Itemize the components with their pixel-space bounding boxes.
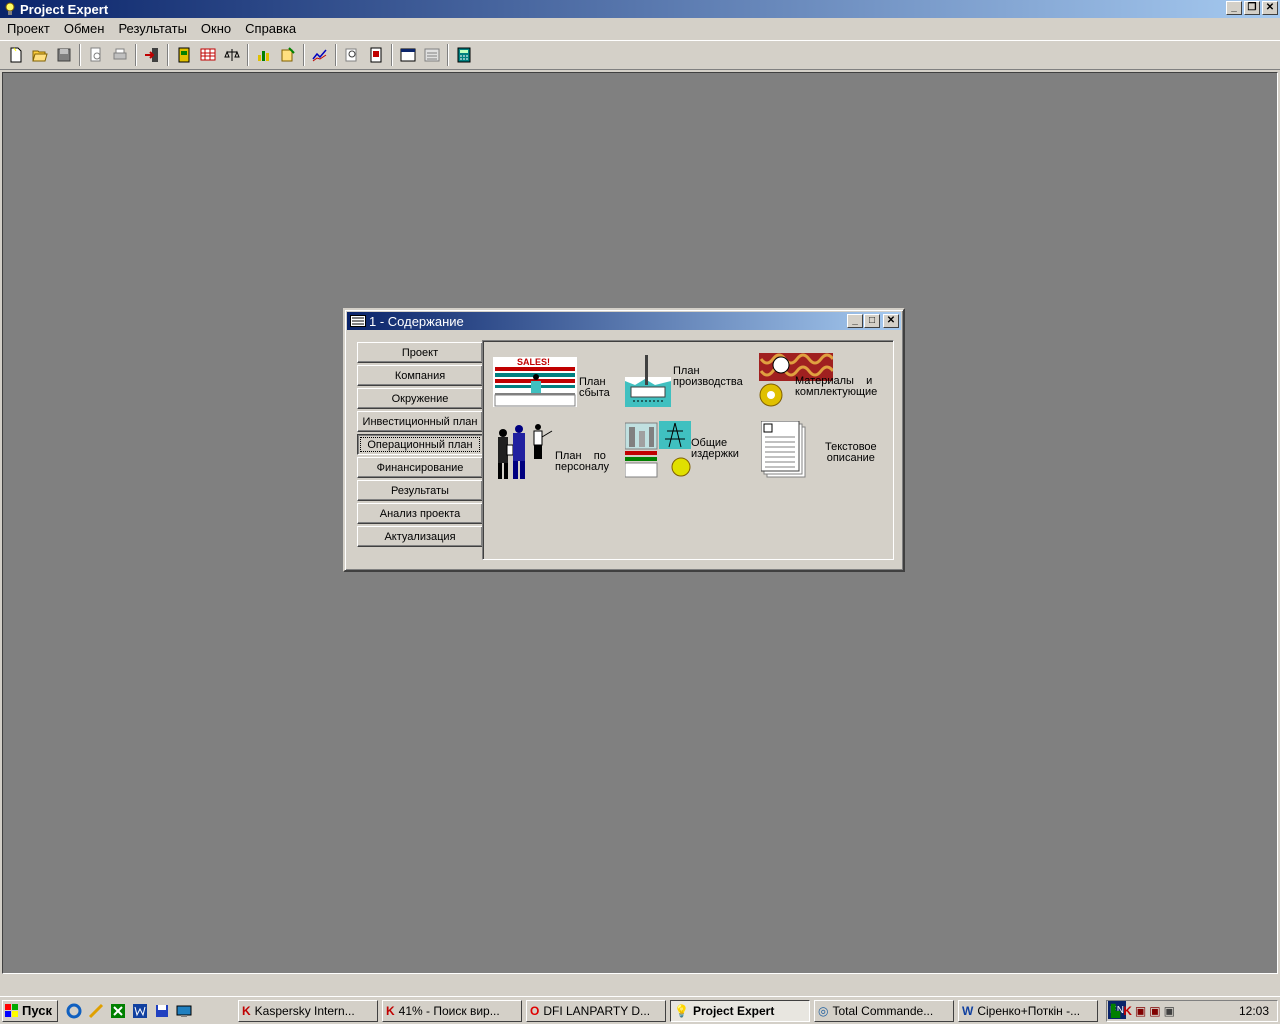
save-disk-icon[interactable] bbox=[152, 1001, 172, 1021]
menu-results[interactable]: Результаты bbox=[111, 21, 193, 36]
windows-logo-icon bbox=[5, 1003, 18, 1017]
system-tray: ▙ K ▣ ▣ ▣ 12:03 bbox=[1106, 1000, 1278, 1022]
kaspersky-tray-icon[interactable]: K bbox=[1123, 1004, 1132, 1018]
taskbar: Пуск K Kaspersky Intern... K 41% - Поиск… bbox=[0, 996, 1280, 1024]
opera-icon: O bbox=[530, 1003, 540, 1018]
app-titlebar[interactable]: Project Expert _ ❐ ✕ bbox=[0, 0, 1280, 18]
menu-bar: Проект Обмен Результаты Окно Справка bbox=[0, 18, 1280, 38]
excel-icon[interactable] bbox=[108, 1001, 128, 1021]
balance-scale-icon[interactable] bbox=[220, 43, 244, 67]
production-plan-item[interactable]: План производства bbox=[625, 353, 743, 407]
save-icon[interactable] bbox=[52, 43, 76, 67]
exit-icon[interactable] bbox=[140, 43, 164, 67]
start-button[interactable]: Пуск bbox=[2, 999, 58, 1022]
task-opera[interactable]: O DFI LANPARTY D... bbox=[526, 999, 666, 1022]
operational-plan-panel: SALES! План сбыта План производства Мате… bbox=[482, 340, 894, 560]
section-nav: Проект Компания Окружение Инвестиционный… bbox=[357, 342, 483, 549]
nav-investment-plan[interactable]: Инвестиционный план bbox=[357, 411, 483, 432]
monitor-tray-icon[interactable]: ▣ bbox=[1135, 1004, 1146, 1018]
nav-environment[interactable]: Окружение bbox=[357, 388, 483, 409]
monitor-tray-icon-2[interactable]: ▣ bbox=[1149, 1004, 1160, 1018]
window-icon[interactable] bbox=[396, 43, 420, 67]
print-preview-icon[interactable] bbox=[84, 43, 108, 67]
calculate-icon[interactable] bbox=[452, 43, 476, 67]
open-folder-icon[interactable] bbox=[28, 43, 52, 67]
network-icon[interactable]: ▙ bbox=[1111, 1004, 1120, 1018]
content-window-icon[interactable] bbox=[172, 43, 196, 67]
window-list-icon bbox=[350, 315, 366, 327]
nav-operational-plan[interactable]: Операционный план bbox=[357, 434, 483, 455]
child-minimize-button[interactable]: _ bbox=[847, 314, 863, 328]
content-window: 1 - Содержание _ □ ✕ Проект Компания Окр… bbox=[343, 308, 905, 572]
menu-project[interactable]: Проект bbox=[0, 21, 57, 36]
text-description-label-2: описание bbox=[826, 452, 875, 464]
task-word-document[interactable]: W Сіренко+Поткін -... bbox=[958, 999, 1098, 1022]
kaspersky-scan-icon: K bbox=[386, 1003, 395, 1018]
nav-company[interactable]: Компания bbox=[357, 365, 483, 386]
toolbar bbox=[0, 40, 1280, 70]
word-doc-icon: W bbox=[962, 1003, 974, 1018]
internet-explorer-icon[interactable] bbox=[64, 1001, 84, 1021]
costs-icon bbox=[625, 421, 691, 478]
line-graph-icon[interactable] bbox=[308, 43, 332, 67]
content-window-title: 1 - Содержание bbox=[369, 313, 464, 329]
content-window-titlebar[interactable]: 1 - Содержание _ □ ✕ bbox=[347, 312, 901, 330]
nav-project[interactable]: Проект bbox=[357, 342, 483, 363]
nav-results[interactable]: Результаты bbox=[357, 480, 483, 501]
factory-icon bbox=[625, 355, 671, 407]
app-title: Project Expert bbox=[20, 1, 109, 17]
word-icon[interactable] bbox=[130, 1001, 150, 1021]
print-icon[interactable] bbox=[108, 43, 132, 67]
minimize-button[interactable]: _ bbox=[1226, 1, 1242, 15]
lightbulb-icon bbox=[3, 2, 17, 16]
clock[interactable]: 12:03 bbox=[1239, 1004, 1269, 1018]
staff-people-icon bbox=[498, 424, 553, 479]
task-kaspersky[interactable]: K Kaspersky Intern... bbox=[238, 999, 378, 1022]
child-close-button[interactable]: ✕ bbox=[883, 314, 899, 328]
search-report-icon[interactable] bbox=[340, 43, 364, 67]
materials-item[interactable]: Материалы и комплектующие bbox=[759, 353, 877, 409]
report-icon[interactable] bbox=[364, 43, 388, 67]
cashflow-table-icon[interactable] bbox=[196, 43, 220, 67]
shortcut-icon[interactable] bbox=[86, 1001, 106, 1021]
personnel-plan-label-2: персоналу bbox=[555, 461, 610, 473]
task-virus-scan[interactable]: K 41% - Поиск вир... bbox=[382, 999, 522, 1022]
chart-edit-icon[interactable] bbox=[276, 43, 300, 67]
sales-icon: SALES! bbox=[493, 357, 577, 407]
nav-financing[interactable]: Финансирование bbox=[357, 457, 483, 478]
menu-window[interactable]: Окно bbox=[194, 21, 238, 36]
start-label: Пуск bbox=[22, 1003, 52, 1018]
general-costs-label-2: издержки bbox=[691, 448, 739, 460]
general-costs-item[interactable]: Общие издержки bbox=[625, 419, 739, 479]
task-total-commander[interactable]: ◎ Total Commande... bbox=[814, 999, 954, 1022]
text-document-icon bbox=[761, 421, 806, 478]
sales-badge: SALES! bbox=[517, 357, 550, 367]
kaspersky-icon: K bbox=[242, 1003, 251, 1018]
personnel-plan-item[interactable]: План по персоналу bbox=[493, 423, 609, 481]
child-maximize-button[interactable]: □ bbox=[864, 314, 880, 328]
menu-exchange[interactable]: Обмен bbox=[57, 21, 112, 36]
sales-plan-label-2: сбыта bbox=[579, 387, 610, 399]
sales-plan-item[interactable]: SALES! План сбыта bbox=[493, 357, 610, 407]
list-window-icon[interactable] bbox=[420, 43, 444, 67]
project-expert-icon: 💡 bbox=[674, 1003, 689, 1018]
menu-help[interactable]: Справка bbox=[238, 21, 303, 36]
close-button[interactable]: ✕ bbox=[1262, 1, 1278, 15]
nav-project-analysis[interactable]: Анализ проекта bbox=[357, 503, 483, 524]
materials-label-2: комплектующие bbox=[795, 386, 878, 398]
quick-launch bbox=[64, 1001, 194, 1021]
new-file-icon[interactable] bbox=[4, 43, 28, 67]
task-project-expert[interactable]: 💡 Project Expert bbox=[670, 999, 810, 1022]
nav-actualization[interactable]: Актуализация bbox=[357, 526, 483, 547]
production-plan-label-2: производства bbox=[673, 376, 743, 388]
total-commander-icon: ◎ bbox=[818, 1003, 829, 1018]
text-description-item[interactable]: Текстовое описание bbox=[761, 421, 877, 479]
monitor-tray-icon-3[interactable]: ▣ bbox=[1164, 1004, 1175, 1018]
restore-button[interactable]: ❐ bbox=[1244, 1, 1260, 15]
desktop-icon[interactable] bbox=[174, 1001, 194, 1021]
bar-chart-icon[interactable] bbox=[252, 43, 276, 67]
